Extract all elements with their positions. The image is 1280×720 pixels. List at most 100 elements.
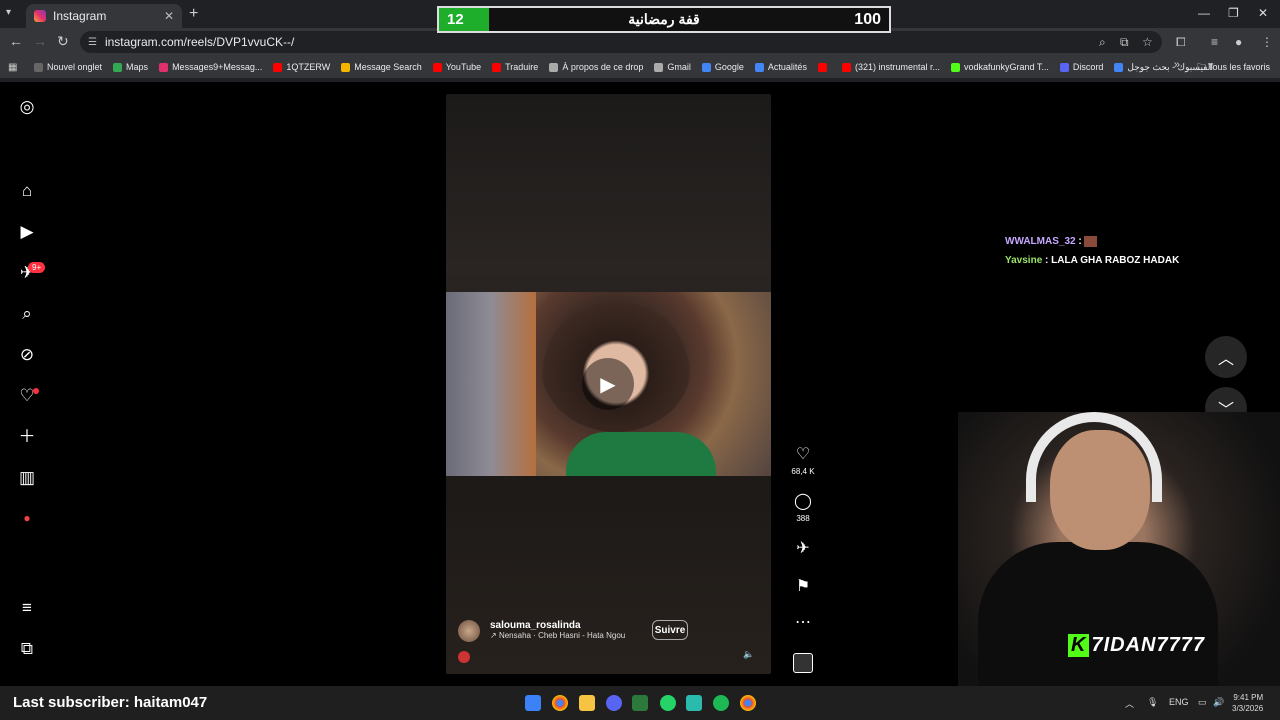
bookmark-item[interactable]: Gmail xyxy=(654,62,691,73)
stream-chat: WWALMAS_32 : Yavsine : LALA GHA RABOZ HA… xyxy=(1005,232,1179,270)
chrome2-taskbar-icon[interactable] xyxy=(740,695,756,711)
bookmark-label: Traduire xyxy=(505,62,539,72)
profile-avatar[interactable]: ● xyxy=(17,508,37,528)
explore-icon[interactable]: ⊘ xyxy=(17,345,37,365)
reload-icon[interactable]: ↻ xyxy=(57,33,69,50)
volume-icon[interactable]: 🔈 xyxy=(743,649,754,660)
bookmark-item[interactable]: Google xyxy=(701,62,744,73)
all-bookmarks-label: Tous les favoris xyxy=(1207,62,1270,72)
author-avatar[interactable] xyxy=(458,620,480,642)
spotify-taskbar-icon[interactable] xyxy=(713,695,729,711)
bookmark-label: Google xyxy=(714,62,744,72)
minimize-icon[interactable]: — xyxy=(1198,6,1210,20)
bookmark-item[interactable]: Message Search xyxy=(341,62,422,73)
bookmark-item[interactable]: YouTube xyxy=(432,62,481,73)
bookmark-item[interactable]: Maps xyxy=(113,62,148,73)
play-icon[interactable]: ▶ xyxy=(582,358,634,410)
bookmark-item[interactable]: (321) instrumental r... xyxy=(841,62,940,73)
maximize-icon[interactable]: ❐ xyxy=(1228,6,1239,20)
bookmark-favicon-icon xyxy=(701,62,711,72)
window-close-icon[interactable]: ✕ xyxy=(1258,6,1268,20)
forward-icon[interactable]: → xyxy=(33,33,47,49)
chrome-taskbar-icon[interactable] xyxy=(552,695,568,711)
address-bar[interactable]: ☰ instagram.com/reels/DVP1vvuCK--/ xyxy=(80,31,1162,53)
mic-icon[interactable]: 🎙 xyxy=(1147,697,1158,708)
site-info-icon[interactable]: ☰ xyxy=(88,37,97,48)
comment-action[interactable]: ◯ 388 xyxy=(788,491,818,523)
language-indicator[interactable]: ENG xyxy=(1169,697,1189,707)
network-icon[interactable]: ▭ xyxy=(1198,697,1207,708)
kick-logo-icon: K xyxy=(1068,634,1090,657)
app2-taskbar-icon[interactable] xyxy=(686,695,702,711)
search-icon[interactable]: ⌕ xyxy=(17,304,37,324)
windows-start-icon[interactable] xyxy=(525,695,541,711)
bookmark-item[interactable]: vodkafunkyGrand T... xyxy=(951,62,1049,73)
bookmark-label: (321) instrumental r... xyxy=(854,62,940,72)
whatsapp-taskbar-icon[interactable] xyxy=(660,695,676,711)
tab-instagram[interactable]: Instagram ✕ xyxy=(26,4,182,28)
app-taskbar-icon[interactable] xyxy=(632,695,648,711)
bookmark-item[interactable]: Actualités xyxy=(754,62,807,73)
bookmarks-more-icon[interactable]: » xyxy=(1174,59,1180,71)
discord-taskbar-icon[interactable] xyxy=(606,695,622,711)
video-window xyxy=(446,292,536,476)
tray-overflow-icon[interactable]: ︿ xyxy=(1125,697,1134,710)
last-subscriber: Last subscriber: haitam047 xyxy=(13,694,208,711)
bookmark-item[interactable] xyxy=(817,62,831,73)
system-clock[interactable]: 9:41 PM 3/3/2026 xyxy=(1232,692,1263,714)
audio-thumbnail[interactable] xyxy=(793,653,813,673)
chat-message: Yavsine : LALA GHA RABOZ HADAK xyxy=(1005,251,1179,270)
headset xyxy=(1026,412,1162,502)
file-explorer-icon[interactable] xyxy=(579,695,595,711)
bookmark-star-icon[interactable]: ☆ xyxy=(1142,35,1153,49)
bookmark-icon[interactable]: ⚑ xyxy=(788,576,818,596)
instagram-logo-icon[interactable]: ◎ xyxy=(17,97,37,117)
more-menu-icon[interactable]: ≡ xyxy=(17,598,37,618)
previous-reel-button[interactable]: ︿ xyxy=(1205,336,1247,378)
tab-list-icon[interactable]: ▾ xyxy=(6,7,20,21)
speaker-icon[interactable]: 🔊 xyxy=(1213,697,1224,708)
save-action[interactable]: ⚑ xyxy=(788,576,818,596)
apps-icon[interactable]: ⧉ xyxy=(17,639,37,659)
profile-icon[interactable]: ● xyxy=(1235,35,1242,49)
bookmark-item[interactable]: Nouvel onglet xyxy=(34,62,102,73)
bookmark-favicon-icon xyxy=(841,62,851,72)
dashboard-icon[interactable]: ▥ xyxy=(17,468,37,488)
home-icon[interactable]: ⌂ xyxy=(17,181,37,201)
share-action[interactable]: ✈ xyxy=(788,538,818,558)
bookmark-item[interactable]: Discord xyxy=(1059,62,1103,73)
zoom-icon[interactable]: ⌕ xyxy=(1099,35,1106,50)
more-action[interactable]: ⋯ xyxy=(788,612,818,632)
apps-grid-icon[interactable]: ▦ xyxy=(8,62,24,73)
install-app-icon[interactable]: ⧉ xyxy=(1120,35,1129,50)
like-action[interactable]: ♡ 68,4 K xyxy=(788,444,818,476)
share-icon[interactable]: ✈ xyxy=(788,538,818,558)
comment-icon[interactable]: ◯ xyxy=(788,491,818,511)
reel-player[interactable]: ▶ salouma_rosalinda ↗ Nensaha · Cheb Has… xyxy=(446,94,771,674)
menu-icon[interactable]: ⋮ xyxy=(1261,35,1273,49)
back-icon[interactable]: ← xyxy=(9,33,23,49)
bookmark-item[interactable]: Messages9+Messag... xyxy=(159,62,262,73)
create-icon[interactable]: ＋ xyxy=(17,427,37,447)
bookmark-item[interactable]: Traduire xyxy=(492,62,538,73)
bookmark-label: 1QTZERW xyxy=(286,62,331,72)
instagram-page: ◎ ⌂ ▶ ✈ 9+ ⌕ ⊘ ♡ ＋ ▥ ● ≡ ⧉ ▶ salouma_ros… xyxy=(0,82,1280,686)
new-tab-icon[interactable]: + xyxy=(189,5,198,23)
extensions-icon[interactable]: ⧠ xyxy=(1176,35,1186,50)
reel-music[interactable]: ↗ Nensaha · Cheb Hasni - Hata Ngou xyxy=(490,631,625,640)
collab-avatar[interactable] xyxy=(458,651,470,663)
bookmark-item[interactable]: À propos de ce drop xyxy=(549,62,643,73)
tab-close-icon[interactable]: ✕ xyxy=(164,9,174,23)
bookmark-label: Messages9+Messag... xyxy=(172,62,263,72)
bookmark-favicon-icon xyxy=(754,62,764,72)
bookmark-item[interactable]: 1QTZERW xyxy=(273,62,330,73)
bookmark-favicon-icon xyxy=(1059,62,1069,72)
follow-button[interactable]: Suivre xyxy=(652,620,688,640)
more-icon[interactable]: ⋯ xyxy=(788,612,818,632)
all-bookmarks[interactable]: 🗀 Tous les favoris xyxy=(1197,60,1270,76)
heart-icon[interactable]: ♡ xyxy=(788,444,818,464)
media-icon[interactable]: ≡ xyxy=(1211,35,1218,49)
bookmark-favicon-icon xyxy=(34,62,43,72)
author-name[interactable]: salouma_rosalinda xyxy=(490,620,581,631)
reels-icon[interactable]: ▶ xyxy=(17,222,37,242)
